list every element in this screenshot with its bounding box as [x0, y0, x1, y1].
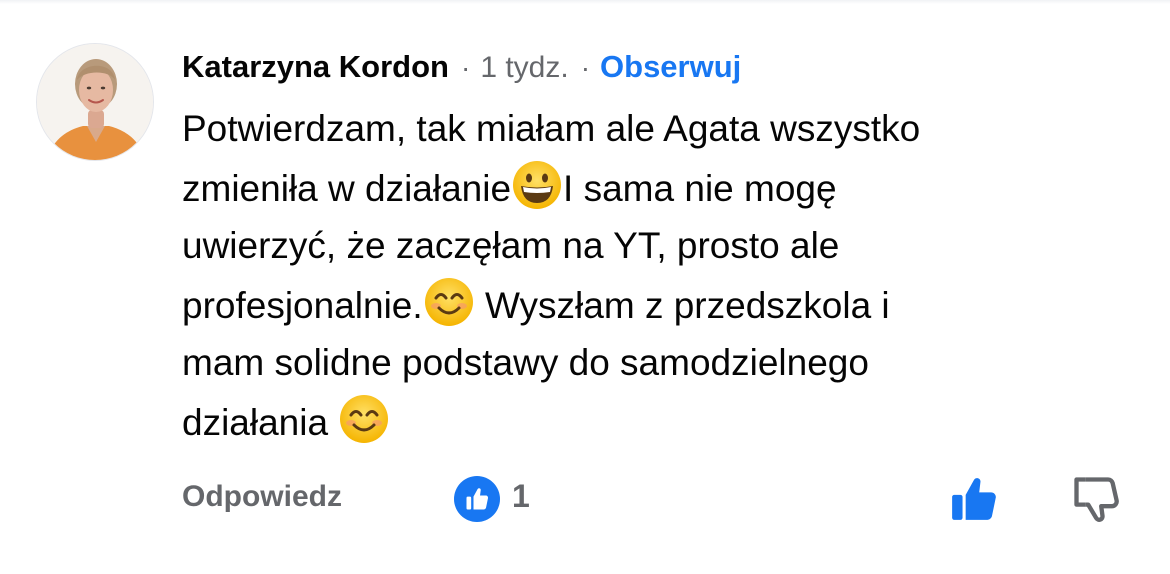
reply-button[interactable]: Odpowiedz	[182, 480, 342, 514]
reaction-count[interactable]: 1	[512, 478, 530, 515]
comment-text: Potwierdzam, tak miałam ale Agata wszyst…	[182, 108, 921, 149]
comment-text: zmieniła w działanie	[182, 167, 512, 209]
comment-line: uwierzyć, że zaczęłam na YT, prosto ale	[182, 217, 1112, 276]
author-name[interactable]: Katarzyna Kordon	[182, 44, 449, 90]
comment-body: Potwierdzam, tak miałam ale Agata wszyst…	[182, 100, 1112, 451]
comment-actions: Odpowiedz 1	[182, 472, 1142, 526]
comment-line: Potwierdzam, tak miałam ale Agata wszyst…	[182, 100, 1112, 159]
separator-dot: ·	[580, 52, 591, 83]
comment-line: profesjonalnie. Wyszłam z przedszkola i	[182, 276, 1112, 335]
comment-text: Wyszłam z przedszkola i	[474, 284, 890, 326]
thumbs-up-icon[interactable]	[948, 474, 1000, 524]
thumbs-down-icon[interactable]	[1070, 472, 1122, 526]
reaction-like-icon[interactable]	[454, 476, 500, 522]
comment-text: uwierzyć, że zaczęłam na YT, prosto ale	[182, 225, 840, 266]
comment-line: zmieniła w działanie I sama nie mogę	[182, 159, 1112, 218]
comment-text: I sama nie mogę	[563, 167, 837, 209]
avatar[interactable]	[36, 43, 154, 161]
separator-dot: ·	[460, 52, 471, 83]
avatar-image	[37, 44, 153, 160]
comment-line: działania	[182, 393, 1112, 452]
top-divider	[0, 0, 1170, 4]
smiling-face-with-smiling-eyes-emoji	[338, 393, 390, 445]
comment-text: mam solidne podstawy do samodzielnego	[182, 342, 869, 383]
follow-button[interactable]: Obserwuj	[600, 44, 741, 90]
timestamp[interactable]: 1 tydz.	[480, 45, 568, 91]
grinning-face-emoji	[511, 159, 563, 211]
comment: Katarzyna Kordon · 1 tydz. · Obserwuj Po…	[182, 44, 1122, 451]
comment-text: działania	[182, 401, 339, 443]
comment-header: Katarzyna Kordon · 1 tydz. · Obserwuj	[182, 44, 1122, 90]
comment-text: profesjonalnie.	[182, 284, 423, 326]
comment-line: mam solidne podstawy do samodzielnego	[182, 334, 1112, 393]
smiling-face-with-smiling-eyes-emoji	[423, 276, 475, 328]
